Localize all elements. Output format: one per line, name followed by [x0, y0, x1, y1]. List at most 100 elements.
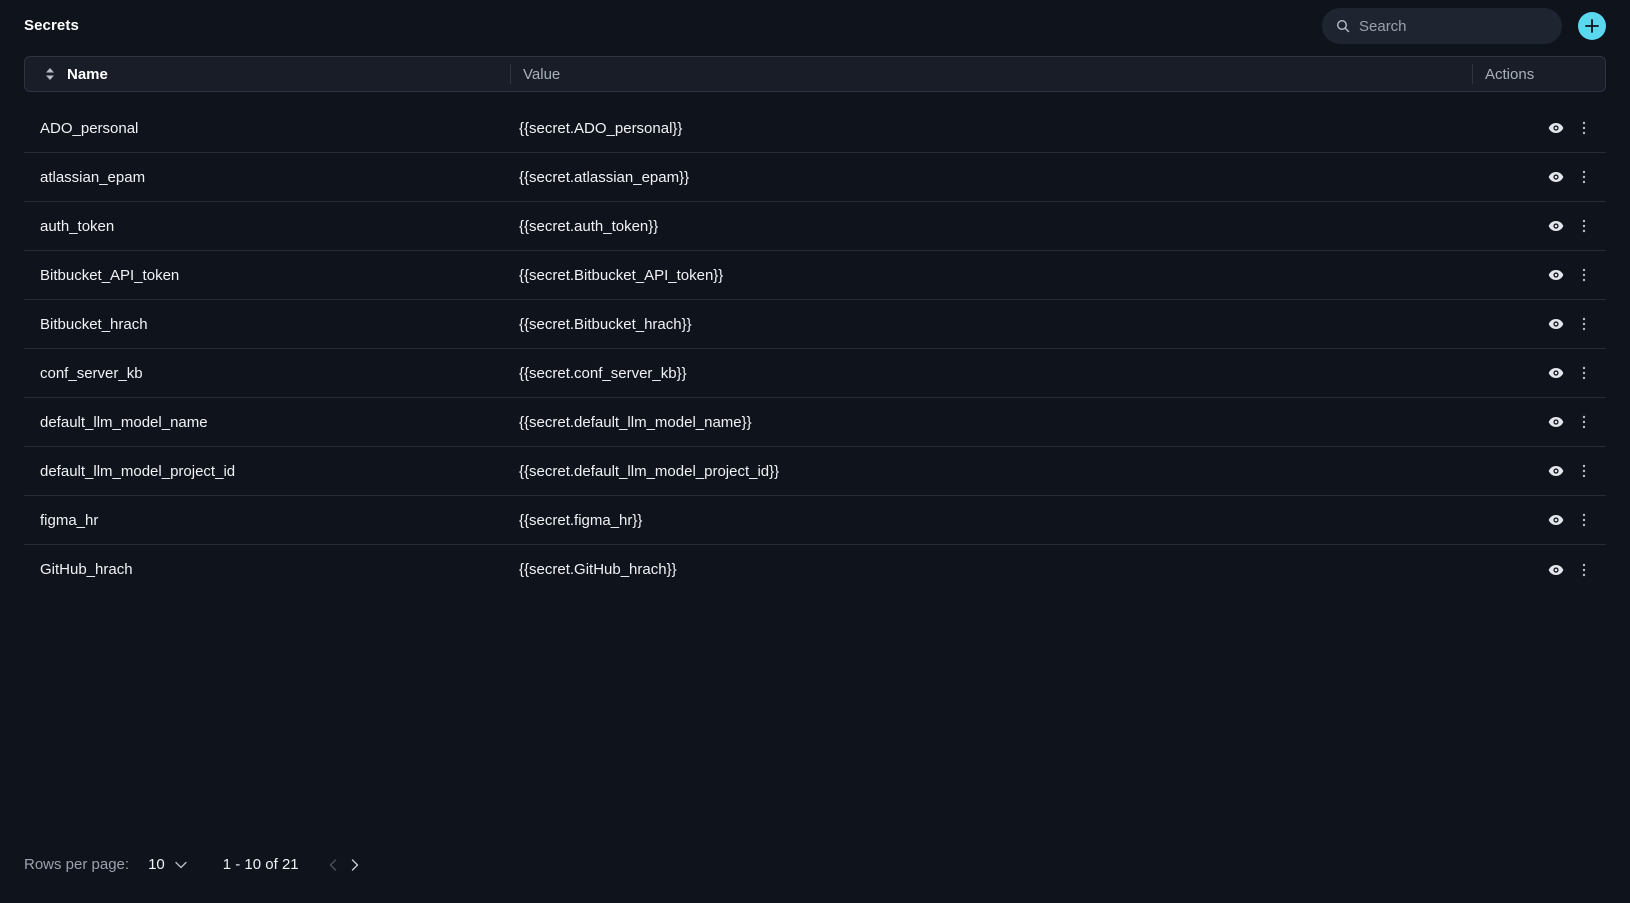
row-actions: [1496, 513, 1606, 527]
eye-icon: [1548, 319, 1564, 329]
view-secret-button[interactable]: [1548, 367, 1564, 379]
secret-value: {{secret.Bitbucket_hrach}}: [519, 315, 692, 333]
secret-value: {{secret.atlassian_epam}}: [519, 168, 690, 186]
more-options-button[interactable]: [1582, 317, 1586, 331]
eye-icon: [1548, 564, 1564, 575]
more-options-button[interactable]: [1582, 121, 1586, 135]
secret-name: default_llm_model_name: [40, 413, 208, 431]
eye-icon: [1548, 417, 1564, 427]
secrets-page: Secrets Name Value: [0, 0, 1630, 903]
eye-icon: [1548, 123, 1564, 133]
plus-icon: [1585, 19, 1599, 33]
table-row: default_llm_model_project_id {{secret.de…: [24, 447, 1606, 496]
more-options-button[interactable]: [1582, 268, 1586, 282]
more-options-button[interactable]: [1582, 170, 1586, 184]
more-options-button[interactable]: [1582, 563, 1586, 577]
more-vertical-icon: [1582, 170, 1586, 184]
secret-name: ADO_personal: [40, 119, 139, 137]
column-label-name: Name: [67, 65, 108, 83]
more-vertical-icon: [1582, 366, 1586, 380]
secret-name: atlassian_epam: [40, 168, 146, 186]
view-secret-button[interactable]: [1548, 514, 1564, 526]
table-row: GitHub_hrach {{secret.GitHub_hrach}}: [24, 545, 1606, 594]
view-secret-button[interactable]: [1548, 171, 1564, 183]
table-header: Name Value Actions: [24, 56, 1606, 92]
row-actions: [1496, 219, 1606, 233]
table-row: conf_server_kb {{secret.conf_server_kb}}: [24, 349, 1606, 398]
eye-icon: [1548, 270, 1564, 280]
row-actions: [1496, 170, 1606, 184]
column-header-name[interactable]: Name: [25, 57, 510, 91]
secret-value: {{secret.conf_server_kb}}: [519, 364, 687, 382]
chevron-right-icon: [351, 858, 358, 871]
more-vertical-icon: [1582, 513, 1586, 527]
secret-name: conf_server_kb: [40, 364, 143, 382]
eye-icon: [1548, 172, 1564, 182]
more-options-button[interactable]: [1582, 464, 1586, 478]
table-row: figma_hr {{secret.figma_hr}}: [24, 496, 1606, 545]
more-options-button[interactable]: [1582, 513, 1586, 527]
table-row: ADO_personal {{secret.ADO_personal}}: [24, 104, 1606, 153]
table-row: Bitbucket_API_token {{secret.Bitbucket_A…: [24, 251, 1606, 300]
column-label-actions: Actions: [1485, 65, 1535, 83]
pagination-bar: Rows per page: 10 1 - 10 of 21: [24, 856, 359, 873]
rows-per-page-select[interactable]: 10: [148, 856, 187, 873]
secret-name: Bitbucket_hrach: [40, 315, 148, 333]
secret-name: auth_token: [40, 217, 115, 235]
search-input[interactable]: [1350, 8, 1562, 44]
secret-name: GitHub_hrach: [40, 561, 133, 578]
view-secret-button[interactable]: [1548, 269, 1564, 281]
table-row: atlassian_epam {{secret.atlassian_epam}}: [24, 153, 1606, 202]
column-label-value: Value: [523, 65, 561, 83]
column-header-actions: Actions: [1472, 64, 1605, 84]
secrets-table: Name Value Actions ADO_personal {{secret…: [24, 56, 1606, 594]
rows-per-page-value: 10: [148, 856, 165, 873]
secret-value: {{secret.default_llm_model_name}}: [519, 413, 752, 431]
secret-value: {{secret.Bitbucket_API_token}}: [519, 266, 724, 284]
eye-icon: [1548, 221, 1564, 231]
next-page-button[interactable]: [351, 858, 359, 871]
row-actions: [1496, 464, 1606, 478]
view-secret-button[interactable]: [1548, 564, 1564, 576]
row-actions: [1496, 415, 1606, 429]
page-title: Secrets: [24, 17, 79, 34]
view-secret-button[interactable]: [1548, 318, 1564, 330]
secret-name: figma_hr: [40, 511, 99, 529]
row-actions: [1496, 121, 1606, 135]
view-secret-button[interactable]: [1548, 220, 1564, 232]
add-secret-button[interactable]: [1578, 12, 1606, 40]
page-header: Secrets: [24, 0, 1606, 52]
rows-per-page-label: Rows per page:: [24, 856, 130, 873]
eye-icon: [1548, 466, 1564, 476]
row-actions: [1496, 268, 1606, 282]
more-vertical-icon: [1582, 268, 1586, 282]
sort-icon[interactable]: [45, 67, 55, 81]
more-vertical-icon: [1582, 415, 1586, 429]
table-row: default_llm_model_name {{secret.default_…: [24, 398, 1606, 447]
more-options-button[interactable]: [1582, 415, 1586, 429]
secret-value: {{secret.figma_hr}}: [519, 511, 643, 529]
view-secret-button[interactable]: [1548, 416, 1564, 428]
secret-name: default_llm_model_project_id: [40, 462, 236, 480]
more-vertical-icon: [1582, 121, 1586, 135]
secret-value: {{secret.GitHub_hrach}}: [519, 561, 677, 578]
view-secret-button[interactable]: [1548, 465, 1564, 477]
column-header-value: Value: [510, 64, 1472, 84]
row-actions: [1496, 317, 1606, 331]
secret-value: {{secret.default_llm_model_project_id}}: [519, 462, 780, 480]
chevron-left-icon: [329, 858, 336, 871]
more-vertical-icon: [1582, 317, 1586, 331]
pager-controls: [329, 858, 359, 871]
secret-value: {{secret.auth_token}}: [519, 217, 659, 235]
search-box[interactable]: [1322, 8, 1562, 44]
chevron-down-icon: [175, 861, 187, 868]
search-icon: [1336, 19, 1350, 33]
more-options-button[interactable]: [1582, 366, 1586, 380]
table-row: Bitbucket_hrach {{secret.Bitbucket_hrach…: [24, 300, 1606, 349]
view-secret-button[interactable]: [1548, 122, 1564, 134]
secret-value: {{secret.ADO_personal}}: [519, 119, 683, 137]
row-actions: [1496, 366, 1606, 380]
more-options-button[interactable]: [1582, 219, 1586, 233]
previous-page-button[interactable]: [329, 858, 337, 871]
more-vertical-icon: [1582, 563, 1586, 576]
